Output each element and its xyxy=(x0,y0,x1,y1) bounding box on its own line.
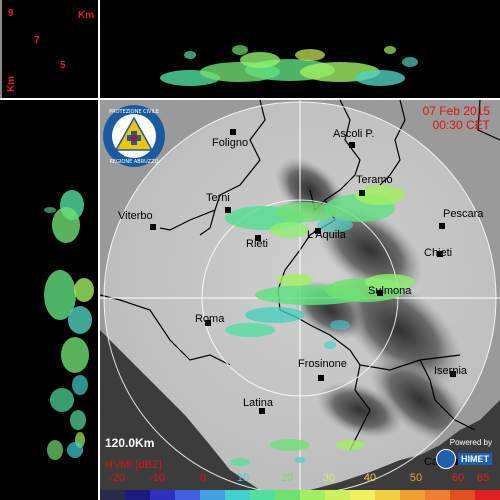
himet-logo: HIMET xyxy=(436,449,492,469)
product-label: HVMI [dBZ] xyxy=(105,459,162,471)
city-label: Terni xyxy=(206,192,230,204)
powered-by: Powered by HIMET xyxy=(436,438,492,469)
colorbar-tick-label: 40 xyxy=(363,472,377,484)
top-echo-blob xyxy=(240,52,280,68)
city-label: Isernia xyxy=(434,365,468,377)
colorbar xyxy=(100,490,500,500)
colorbar-cell xyxy=(200,490,225,500)
colorbar-cell xyxy=(375,490,400,500)
city-label: Frosinone xyxy=(298,358,347,370)
top-echo-blob xyxy=(355,70,405,86)
colorbar-tick-label: -10 xyxy=(149,472,165,484)
top-axis-label-km: Km xyxy=(78,10,95,21)
colorbar-tick-label: 50 xyxy=(409,472,423,484)
top-axis-label-9: 9 xyxy=(8,8,14,19)
colorbar-cell xyxy=(350,490,375,500)
top-echo-blob xyxy=(402,57,418,67)
city-label: Roma xyxy=(195,313,225,325)
left-echo-blob xyxy=(61,337,89,373)
top-axis-label-7: 7 xyxy=(34,35,40,46)
left-echo-blob xyxy=(70,410,86,430)
city-marker xyxy=(225,207,231,213)
colorbar-tick-label: 10 xyxy=(236,472,250,484)
radar-view: 9 7 5 Km Km PROTEZIONE CIVILE REGIONE AB… xyxy=(0,0,500,500)
protezione-civile-logo: PROTEZIONE CIVILE REGIONE ABRUZZO xyxy=(103,105,165,167)
svg-text:PROTEZIONE CIVILE: PROTEZIONE CIVILE xyxy=(109,109,159,115)
city-marker xyxy=(150,224,156,230)
city-label: Latina xyxy=(243,397,273,409)
timestamp: 07 Feb 2015 00:30 CET xyxy=(423,104,490,132)
city-label: Chieti xyxy=(424,247,453,259)
range-label: 120.0Km xyxy=(105,436,155,450)
left-echo-blob xyxy=(44,207,56,213)
left-axis-label-km: Km xyxy=(6,75,17,92)
colorbar-cell xyxy=(475,490,500,500)
echo-blob xyxy=(294,457,306,463)
colorbar-cell xyxy=(225,490,250,500)
top-echo-blob xyxy=(232,45,248,55)
colorbar-cell xyxy=(175,490,200,500)
colorbar-cell xyxy=(100,490,125,500)
city-label: Sulmona xyxy=(368,285,412,297)
echo-blob xyxy=(270,222,310,238)
left-echo-blob xyxy=(52,207,80,243)
left-echo-blob xyxy=(67,442,83,458)
colorbar-tick-label: 0 xyxy=(199,472,207,484)
colorbar-tick-label: 20 xyxy=(280,472,294,484)
colorbar-cell xyxy=(250,490,275,500)
top-echo-blob xyxy=(295,49,325,61)
colorbar-cell xyxy=(425,490,450,500)
powered-by-text: Powered by xyxy=(449,438,492,447)
colorbar-tick-label: 30 xyxy=(322,472,336,484)
left-echo-blob xyxy=(68,306,92,334)
colorbar-cell xyxy=(150,490,175,500)
echo-blob xyxy=(225,323,275,337)
colorbar-cell xyxy=(300,490,325,500)
echo-blob xyxy=(230,458,250,466)
left-echo-blob xyxy=(72,375,88,395)
top-left-border xyxy=(0,0,2,98)
himet-globe-icon xyxy=(436,449,456,469)
echo-blob xyxy=(270,439,310,451)
brand-label: HIMET xyxy=(458,453,492,465)
colorbar-ticks: -20 -10 0 10 20 30 40 50 60 65 xyxy=(100,472,500,486)
left-echo-blob xyxy=(74,278,94,302)
echo-blob xyxy=(245,307,305,323)
city-label: Pescara xyxy=(443,208,484,220)
city-label: Viterbo xyxy=(118,210,153,222)
city-label: Ascoli P. xyxy=(333,128,375,140)
city-label: Foligno xyxy=(212,137,249,149)
top-section-panel xyxy=(160,45,418,86)
colorbar-tick-label: 65 xyxy=(476,472,490,484)
echo-blob xyxy=(324,341,336,349)
left-echo-blob xyxy=(50,388,74,412)
colorbar-tick-label: -20 xyxy=(109,472,125,484)
city-marker xyxy=(318,375,324,381)
left-section-panel xyxy=(44,190,94,460)
svg-text:REGIONE ABRUZZO: REGIONE ABRUZZO xyxy=(109,159,158,165)
left-echo-blob xyxy=(47,440,63,460)
colorbar-cell xyxy=(125,490,150,500)
colorbar-cell xyxy=(275,490,300,500)
city-label: Teramo xyxy=(356,174,393,186)
city-marker xyxy=(359,190,365,196)
date-label: 07 Feb 2015 xyxy=(422,104,490,118)
colorbar-tick-label: 60 xyxy=(451,472,465,484)
echo-blob xyxy=(277,274,313,286)
top-axis-label-5: 5 xyxy=(60,60,66,71)
colorbar-cell xyxy=(400,490,425,500)
city-label: L'Aquila xyxy=(307,229,346,241)
colorbar-cell xyxy=(325,490,350,500)
city-marker xyxy=(349,142,355,148)
top-echo-blob xyxy=(384,46,396,54)
city-label: Rieti xyxy=(246,238,269,250)
colorbar-cell xyxy=(450,490,475,500)
echo-blob xyxy=(330,320,350,330)
city-marker xyxy=(439,223,445,229)
time-label: 00:30 CET xyxy=(432,118,490,132)
top-echo-blob xyxy=(184,51,196,59)
city-marker xyxy=(230,129,236,135)
echo-blob xyxy=(335,440,365,450)
